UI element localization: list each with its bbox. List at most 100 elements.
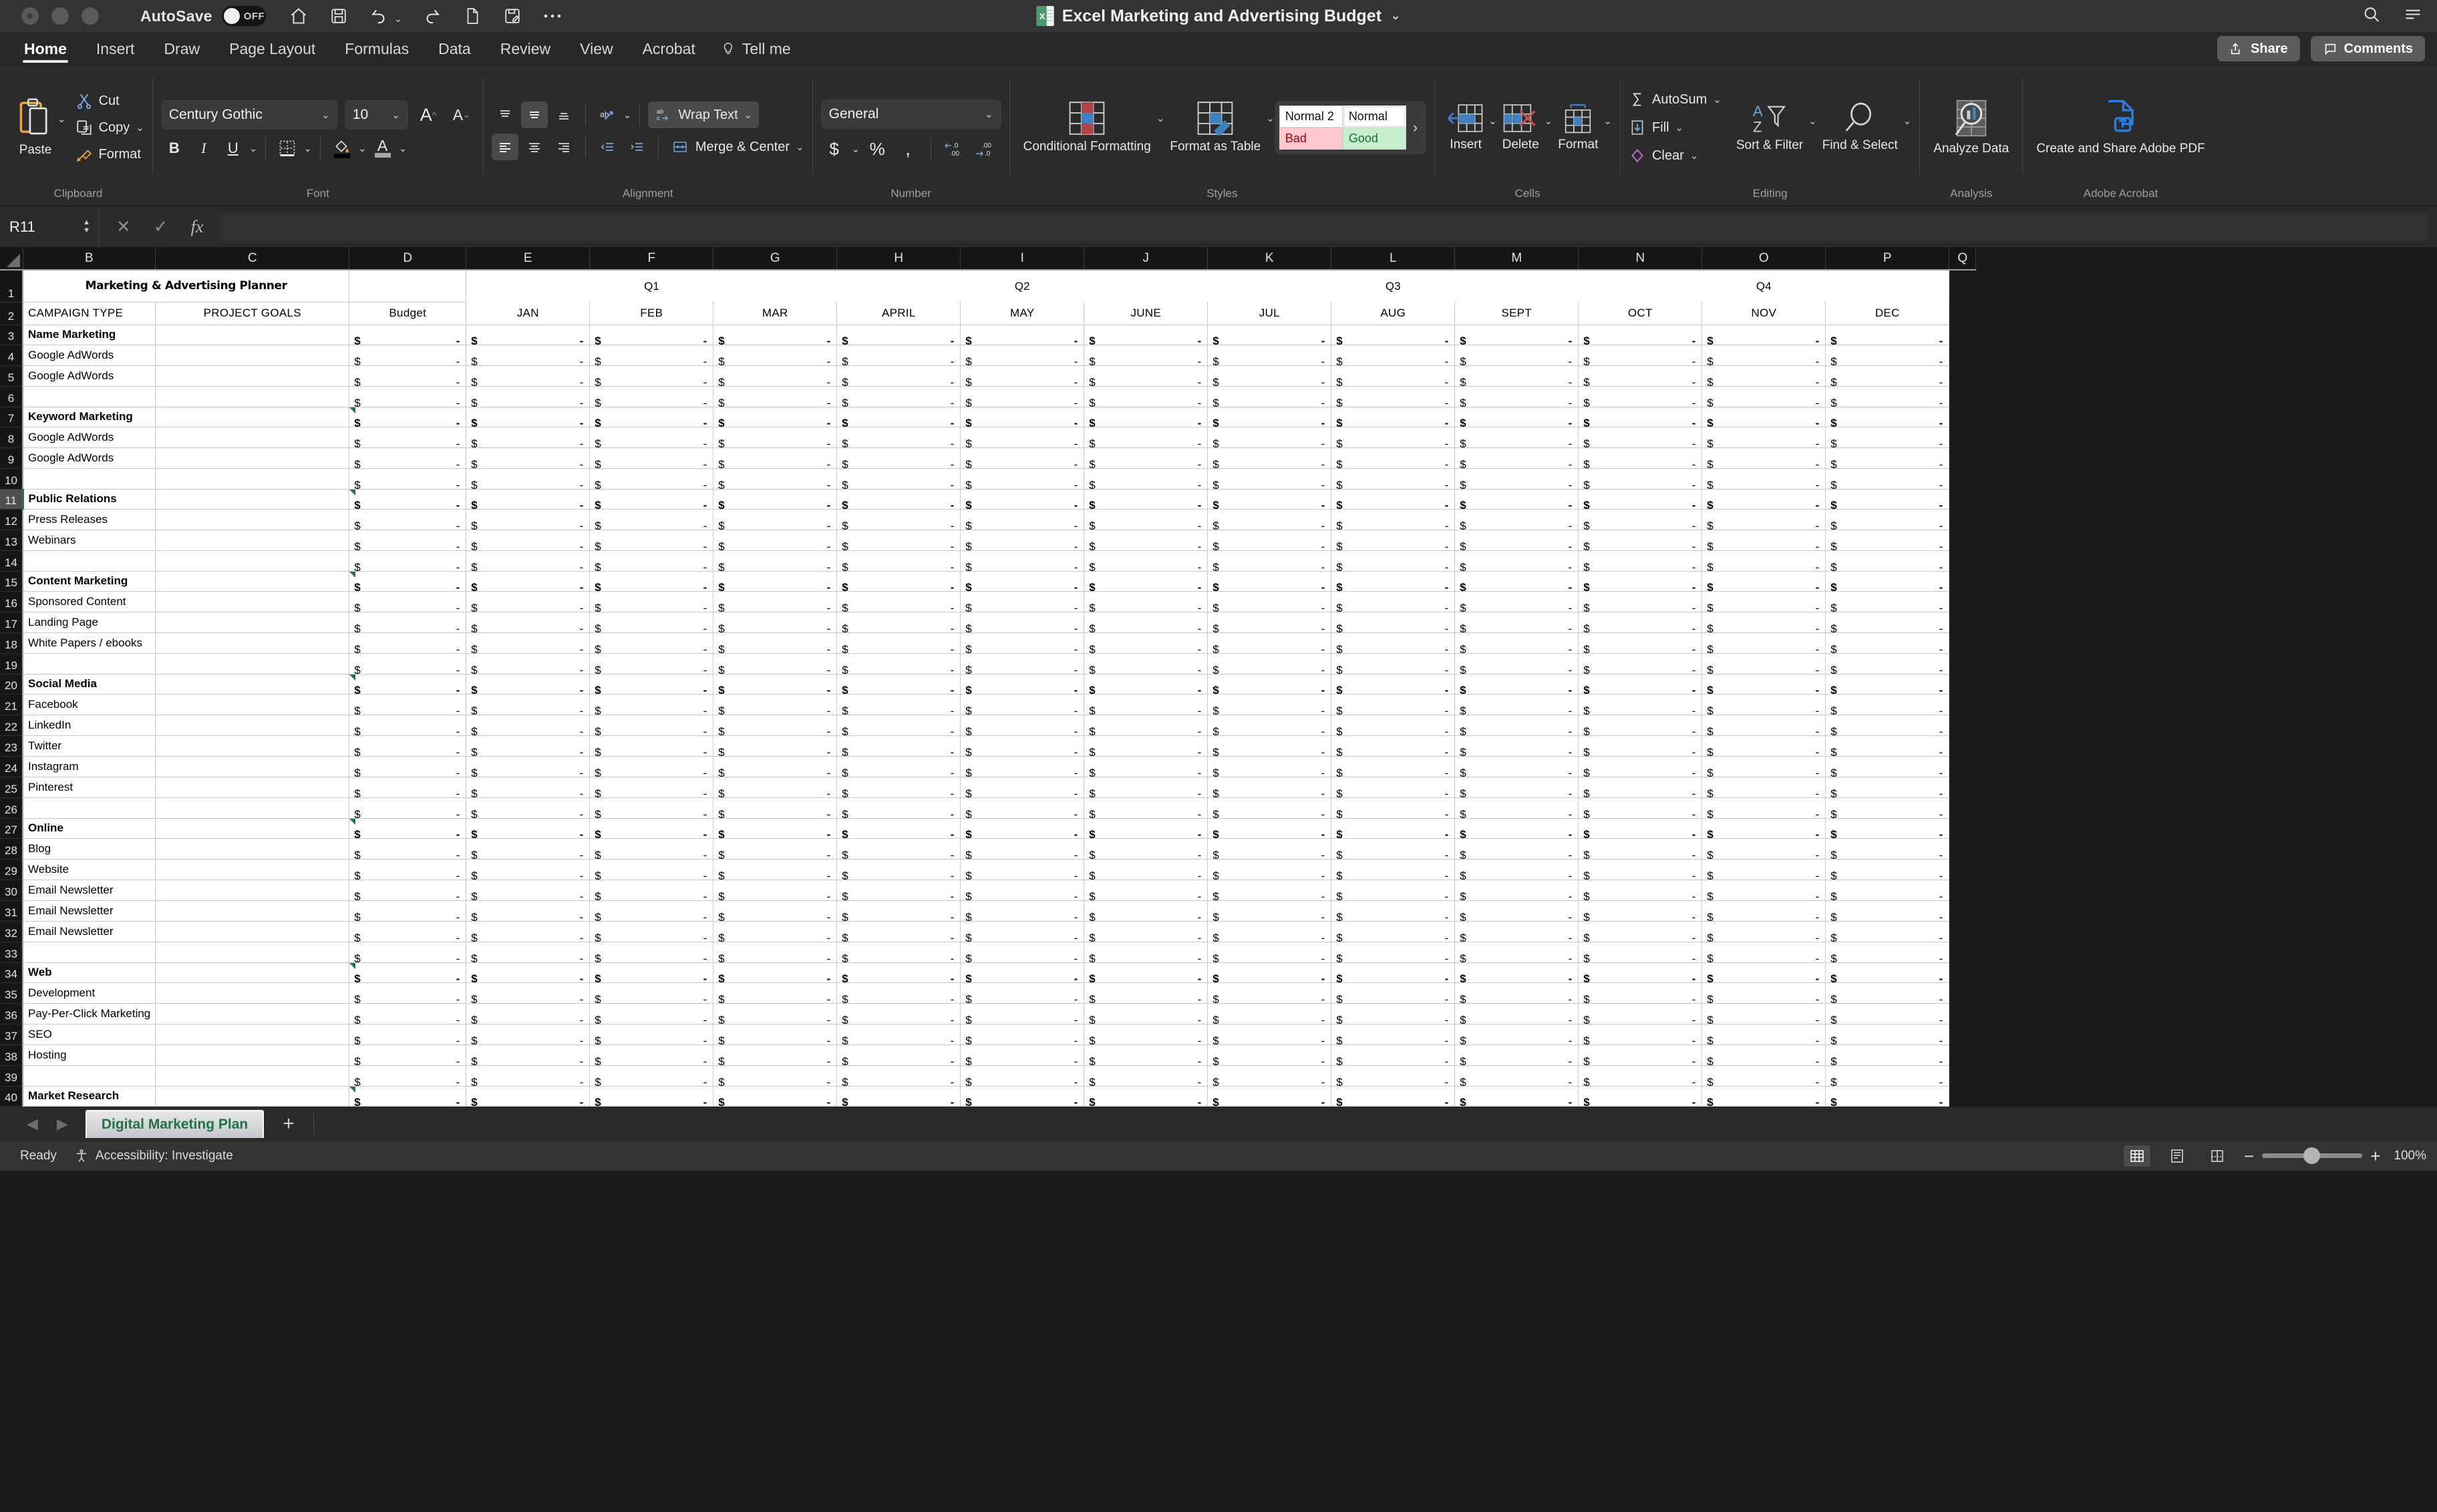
font-size-select[interactable]: 10 ⌄ xyxy=(344,100,408,130)
money-cell[interactable]: $ - xyxy=(349,777,467,798)
section-budget-cell[interactable]: $ - xyxy=(349,1086,467,1107)
zoom-in-button[interactable]: + xyxy=(2370,1147,2380,1165)
row-header-16[interactable]: 16 xyxy=(0,591,23,612)
money-cell[interactable]: $ - xyxy=(1578,612,1703,633)
campaign-type-cell[interactable]: Pinterest xyxy=(23,777,156,798)
money-cell[interactable]: $ - xyxy=(1331,447,1456,469)
tell-me-button[interactable]: Tell me xyxy=(710,40,791,58)
section-month-cell[interactable]: $ - xyxy=(1701,325,1826,345)
row-header-6[interactable]: 6 xyxy=(0,386,23,407)
section-label-cell[interactable]: Online xyxy=(23,818,156,839)
section-month-cell[interactable]: $ - xyxy=(1454,1086,1579,1107)
money-cell[interactable]: $ - xyxy=(1825,386,1950,407)
zoom-out-button[interactable]: − xyxy=(2244,1147,2254,1165)
section-month-cell[interactable]: $ - xyxy=(713,962,838,983)
money-cell[interactable]: $ - xyxy=(1331,859,1456,880)
section-goals-cell[interactable] xyxy=(155,407,350,427)
decrease-decimal-icon[interactable]: .00.0 xyxy=(971,136,998,162)
zoom-slider[interactable]: − + xyxy=(2244,1147,2380,1165)
money-cell[interactable]: $ - xyxy=(589,447,714,469)
section-month-cell[interactable]: $ - xyxy=(1454,674,1579,695)
money-cell[interactable]: $ - xyxy=(713,447,838,469)
money-cell[interactable]: $ - xyxy=(836,880,961,901)
accessibility-checker-button[interactable]: Accessibility: Investigate xyxy=(74,1148,233,1164)
money-cell[interactable]: $ - xyxy=(1331,880,1456,901)
money-cell[interactable]: $ - xyxy=(466,591,591,612)
money-cell[interactable]: $ - xyxy=(1825,921,1950,942)
money-cell[interactable]: $ - xyxy=(1454,797,1579,819)
money-cell[interactable]: $ - xyxy=(960,921,1085,942)
row-header-14[interactable]: 14 xyxy=(0,550,23,572)
section-month-cell[interactable]: $ - xyxy=(1207,489,1332,510)
orientation-dropdown-icon[interactable]: ⌄ xyxy=(623,109,632,121)
money-cell[interactable]: $ - xyxy=(1084,365,1208,387)
money-cell[interactable]: $ - xyxy=(1825,447,1950,469)
money-cell[interactable]: $ - xyxy=(836,345,961,366)
campaign-type-cell[interactable]: Instagram xyxy=(23,756,156,777)
money-cell[interactable]: $ - xyxy=(466,859,591,880)
row-header-15[interactable]: 15 xyxy=(0,571,23,592)
money-cell[interactable]: $ - xyxy=(1207,880,1332,901)
header-month-NOV[interactable]: NOV xyxy=(1701,302,1826,325)
money-cell[interactable]: $ - xyxy=(1454,921,1579,942)
column-header-H[interactable]: H xyxy=(836,247,961,270)
section-goals-cell[interactable] xyxy=(155,325,350,345)
accounting-format-icon[interactable]: $ xyxy=(821,136,848,162)
row-header-38[interactable]: 38 xyxy=(0,1045,23,1066)
section-month-cell[interactable]: $ - xyxy=(589,571,714,592)
section-budget-cell[interactable]: $ - xyxy=(349,962,467,983)
money-cell[interactable]: $ - xyxy=(713,591,838,612)
section-month-cell[interactable]: $ - xyxy=(1454,489,1579,510)
money-cell[interactable]: $ - xyxy=(1331,756,1456,777)
money-cell[interactable]: $ - xyxy=(1825,591,1950,612)
money-cell[interactable]: $ - xyxy=(589,942,714,963)
column-header-O[interactable]: O xyxy=(1701,247,1826,270)
section-month-cell[interactable]: $ - xyxy=(960,571,1085,592)
money-cell[interactable]: $ - xyxy=(1454,427,1579,448)
section-month-cell[interactable]: $ - xyxy=(960,1086,1085,1107)
money-cell[interactable]: $ - xyxy=(836,715,961,736)
money-cell[interactable]: $ - xyxy=(1084,509,1208,530)
money-cell[interactable]: $ - xyxy=(1454,1065,1579,1087)
project-goals-cell[interactable] xyxy=(155,550,350,572)
money-cell[interactable]: $ - xyxy=(960,797,1085,819)
project-goals-cell[interactable] xyxy=(155,982,350,1004)
money-cell[interactable]: $ - xyxy=(713,859,838,880)
money-cell[interactable]: $ - xyxy=(589,982,714,1004)
money-cell[interactable]: $ - xyxy=(1331,530,1456,551)
money-cell[interactable]: $ - xyxy=(960,838,1085,860)
money-cell[interactable]: $ - xyxy=(1084,982,1208,1004)
money-cell[interactable]: $ - xyxy=(349,345,467,366)
row-header-31[interactable]: 31 xyxy=(0,900,23,922)
header-month-SEPT[interactable]: SEPT xyxy=(1454,302,1579,325)
section-budget-cell[interactable]: $ - xyxy=(349,818,467,839)
money-cell[interactable]: $ - xyxy=(1331,612,1456,633)
section-month-cell[interactable]: $ - xyxy=(589,674,714,695)
section-month-cell[interactable]: $ - xyxy=(1701,962,1826,983)
header-month-JUNE[interactable]: JUNE xyxy=(1084,302,1208,325)
money-cell[interactable]: $ - xyxy=(960,1024,1085,1045)
money-cell[interactable]: $ - xyxy=(1207,756,1332,777)
section-month-cell[interactable]: $ - xyxy=(1331,489,1456,510)
money-cell[interactable]: $ - xyxy=(349,982,467,1004)
money-cell[interactable]: $ - xyxy=(1207,859,1332,880)
section-month-cell[interactable]: $ - xyxy=(1701,571,1826,592)
money-cell[interactable]: $ - xyxy=(960,982,1085,1004)
ribbon-tab-bar[interactable]: Home Insert Draw Page Layout Formulas Da… xyxy=(0,32,2437,65)
section-month-cell[interactable]: $ - xyxy=(1701,818,1826,839)
money-cell[interactable]: $ - xyxy=(1578,942,1703,963)
section-month-cell[interactable]: $ - xyxy=(713,407,838,427)
section-month-cell[interactable]: $ - xyxy=(836,571,961,592)
money-cell[interactable]: $ - xyxy=(836,735,961,757)
section-month-cell[interactable]: $ - xyxy=(1825,489,1950,510)
money-cell[interactable]: $ - xyxy=(713,694,838,715)
money-cell[interactable]: $ - xyxy=(1825,1065,1950,1087)
project-goals-cell[interactable] xyxy=(155,530,350,551)
money-cell[interactable]: $ - xyxy=(1578,509,1703,530)
money-cell[interactable]: $ - xyxy=(1207,838,1332,860)
money-cell[interactable]: $ - xyxy=(836,653,961,675)
money-cell[interactable]: $ - xyxy=(589,612,714,633)
campaign-type-cell[interactable]: Google AdWords xyxy=(23,427,156,448)
section-month-cell[interactable]: $ - xyxy=(1578,407,1703,427)
money-cell[interactable]: $ - xyxy=(1825,530,1950,551)
